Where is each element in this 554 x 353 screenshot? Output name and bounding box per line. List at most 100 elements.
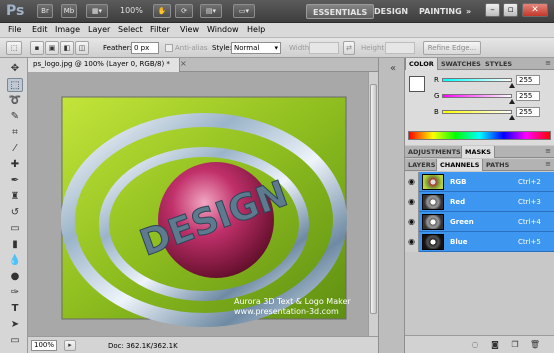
eyedropper-icon[interactable]: ⁄ [7, 142, 23, 156]
move-tool-icon[interactable]: ✥ [7, 62, 23, 76]
panel-menu-icon[interactable]: ≡ [545, 147, 551, 155]
maximize-icon[interactable]: ▫ [503, 3, 518, 17]
shape-icon[interactable]: ▭ [7, 334, 23, 348]
minimize-icon[interactable]: – [485, 3, 500, 17]
pen-icon[interactable]: ✑ [7, 286, 23, 300]
zoom-input[interactable]: 100% [31, 340, 57, 351]
eraser-icon[interactable]: ▭ [7, 222, 23, 236]
tab-layers[interactable]: LAYERS [405, 159, 438, 171]
view-extras-dropdown[interactable]: ▦▾ [86, 4, 108, 18]
close-tab-icon[interactable]: × [180, 59, 187, 68]
status-menu-icon[interactable]: ▸ [64, 340, 76, 351]
visibility-cell[interactable]: ◉ [405, 232, 419, 252]
brush-icon[interactable]: ✒ [7, 174, 23, 188]
save-selection-icon[interactable]: ◙ [489, 339, 501, 350]
type-icon[interactable]: T [7, 302, 23, 316]
style-select[interactable]: Normal ▾ [231, 42, 281, 54]
tab-color[interactable]: COLOR [405, 58, 438, 70]
path-selection-icon[interactable]: ➤ [7, 318, 23, 332]
add-selection-icon[interactable]: ▣ [45, 41, 59, 55]
workspace-more[interactable]: » [460, 4, 477, 19]
channel-shortcut: Ctrl+2 [518, 178, 541, 186]
tab-paths[interactable]: PATHS [483, 159, 512, 171]
width-field[interactable] [309, 42, 339, 54]
new-channel-icon[interactable]: ❐ [509, 339, 521, 350]
rotate-view-icon[interactable]: ⟳ [175, 4, 193, 18]
menu-view[interactable]: View [180, 25, 199, 34]
menu-edit[interactable]: Edit [32, 25, 48, 34]
channel-row[interactable]: ◉ Red Ctrl+3 [405, 192, 554, 212]
panel-menu-icon[interactable]: ≡ [545, 59, 551, 67]
menu-file[interactable]: File [8, 25, 21, 34]
screen-mode-dropdown[interactable]: ▭▾ [233, 4, 255, 18]
history-brush-icon[interactable]: ↺ [7, 206, 23, 220]
blur-icon[interactable]: 💧 [7, 254, 23, 268]
canvas-viewport[interactable]: DESIGN Aurora 3D Text & Logo Maker www.p… [28, 72, 368, 336]
document-tab[interactable]: ps_logo.jpg @ 100% (Layer 0, RGB/8) * [28, 58, 180, 72]
red-value[interactable]: 255 [516, 75, 540, 85]
tab-styles[interactable]: STYLES [482, 58, 515, 70]
collapsed-panel-dock: « [378, 58, 405, 353]
antialias-checkbox[interactable] [165, 44, 173, 52]
new-selection-icon[interactable]: ▪ [30, 41, 44, 55]
menu-window[interactable]: Window [207, 25, 239, 34]
bridge-button[interactable]: Br [37, 4, 53, 18]
tab-swatches[interactable]: SWATCHES [438, 58, 484, 70]
expand-panels-icon[interactable]: « [385, 62, 401, 76]
canvas-image[interactable]: DESIGN Aurora 3D Text & Logo Maker www.p… [28, 72, 368, 336]
red-slider-knob[interactable] [509, 83, 515, 88]
visibility-cell[interactable]: ◉ [405, 192, 419, 212]
dodge-icon[interactable]: ● [7, 270, 23, 284]
feather-input[interactable]: 0 px [131, 42, 159, 54]
workspace-essentials[interactable]: ESSENTIALS [306, 4, 375, 19]
tab-adjustments[interactable]: ADJUSTMENTS [405, 146, 464, 158]
green-slider-knob[interactable] [509, 99, 515, 104]
visibility-cell[interactable]: ◉ [405, 172, 419, 192]
blue-slider[interactable] [442, 110, 512, 114]
green-slider[interactable] [442, 94, 512, 98]
channel-row[interactable]: ◉ Blue Ctrl+5 [405, 232, 554, 252]
mini-bridge-button[interactable]: Mb [61, 4, 77, 18]
menu-image[interactable]: Image [55, 25, 80, 34]
gradient-icon[interactable]: ▮ [7, 238, 23, 252]
foreground-color-swatch[interactable] [409, 76, 425, 92]
visibility-cell[interactable]: ◉ [405, 212, 419, 232]
intersect-selection-icon[interactable]: ◫ [75, 41, 89, 55]
tab-channels[interactable]: CHANNELS [436, 159, 484, 171]
channel-row[interactable]: ◉ RGB Ctrl+2 [405, 172, 554, 192]
refine-edge-button[interactable]: Refine Edge... [423, 41, 481, 55]
color-spectrum-bar[interactable] [408, 131, 551, 140]
menu-layer[interactable]: Layer [88, 25, 110, 34]
rectangular-marquee-icon[interactable]: ⬚ [7, 78, 23, 92]
zoom-level-dropdown[interactable]: 100% [120, 6, 143, 15]
load-selection-icon[interactable]: ◌ [469, 339, 481, 350]
close-icon[interactable]: ✕ [522, 3, 548, 17]
quick-selection-icon[interactable]: ✎ [7, 110, 23, 124]
delete-channel-icon[interactable]: 🗑 [529, 339, 541, 350]
scrollbar-thumb[interactable] [370, 84, 377, 314]
workspace-design[interactable]: DESIGN [368, 4, 414, 19]
healing-brush-icon[interactable]: ✚ [7, 158, 23, 172]
green-value[interactable]: 255 [516, 91, 540, 101]
channel-row[interactable]: ◉ Green Ctrl+4 [405, 212, 554, 232]
blue-slider-knob[interactable] [509, 115, 515, 120]
panel-menu-icon[interactable]: ≡ [545, 160, 551, 168]
vertical-scrollbar[interactable] [368, 72, 378, 336]
menu-filter[interactable]: Filter [150, 25, 170, 34]
crop-icon[interactable]: ⌗ [7, 126, 23, 140]
hand-icon[interactable]: ✋ [153, 4, 171, 18]
tab-masks[interactable]: MASKS [461, 146, 495, 158]
lasso-icon[interactable]: ➰ [7, 94, 23, 108]
clone-stamp-icon[interactable]: ♜ [7, 190, 23, 204]
channel-thumbnail [422, 234, 444, 250]
marquee-preset-icon[interactable]: ⬚ [6, 41, 22, 55]
height-field[interactable] [385, 42, 415, 54]
red-slider[interactable] [442, 78, 512, 82]
swap-dimensions-icon[interactable]: ⇄ [343, 41, 355, 55]
subtract-selection-icon[interactable]: ◧ [60, 41, 74, 55]
blue-value[interactable]: 255 [516, 107, 540, 117]
arrange-documents-dropdown[interactable]: ▤▾ [200, 4, 222, 18]
menu-select[interactable]: Select [118, 25, 143, 34]
color-panel-tabs: COLOR SWATCHES STYLES ≡ [405, 58, 554, 70]
menu-help[interactable]: Help [247, 25, 265, 34]
